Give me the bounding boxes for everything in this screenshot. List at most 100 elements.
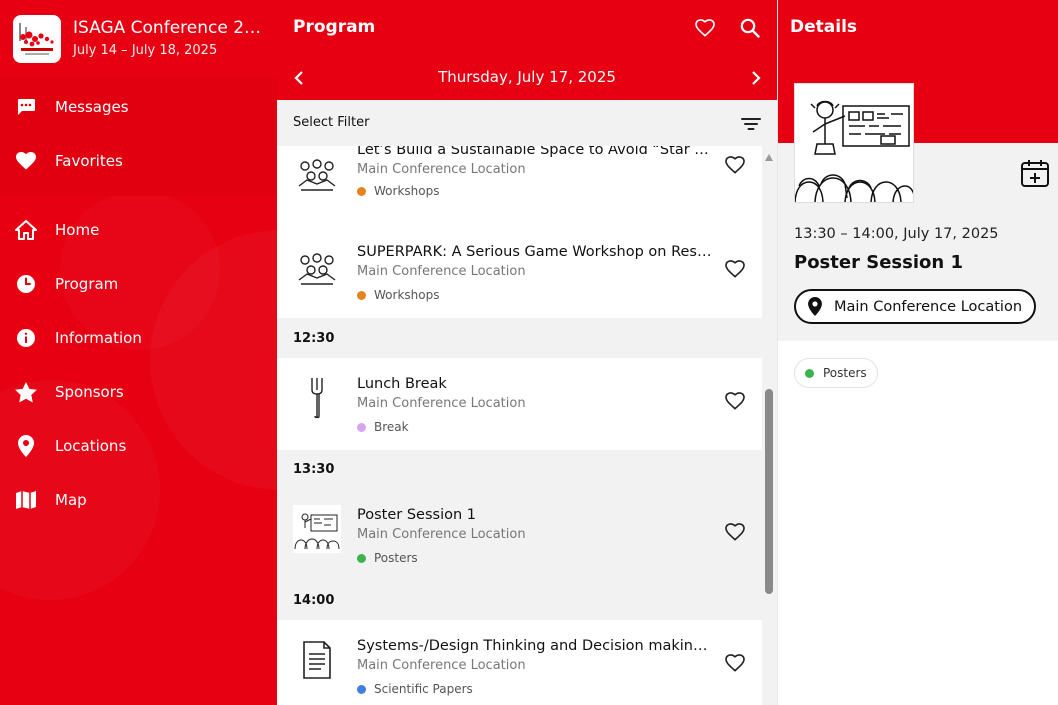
next-day-button[interactable] (744, 66, 768, 90)
filter-button[interactable] (739, 112, 763, 136)
session-name: Poster Session 1 (794, 252, 963, 273)
conference-header[interactable]: ISAGA Conference 2025 July 14 – July 18,… (0, 0, 277, 78)
sidebar-item-label: Messages (55, 98, 129, 116)
sidebar-item-map[interactable]: Map (0, 475, 277, 525)
filter-bar[interactable]: Select Filter (277, 100, 777, 146)
list-item-selected[interactable]: Poster Session 1 Main Conference Locatio… (277, 489, 762, 581)
session-title: Poster Session 1 (357, 507, 476, 523)
favorite-button[interactable] (725, 654, 747, 676)
session-location: Main Conference Location (357, 527, 526, 542)
sidebar-item-label: Favorites (55, 152, 123, 170)
sidebar-item-information[interactable]: Information (0, 313, 277, 363)
sidebar-item-label: Program (55, 275, 119, 293)
sidebar-item-favorites[interactable]: Favorites (0, 136, 277, 186)
time-label: 13:30 (293, 462, 335, 477)
sidebar-item-label: Home (55, 221, 100, 239)
scrollbar-thumb[interactable] (765, 389, 773, 594)
session-title: SUPERPARK: A Serious Game Workshop on Re… (357, 244, 712, 260)
location-button[interactable]: Main Conference Location (794, 289, 1037, 324)
tag-label: Workshops (374, 184, 440, 198)
heart-outline-icon (725, 523, 745, 541)
chat-icon (14, 95, 38, 119)
scrollbar[interactable] (762, 146, 777, 705)
tag-chip-posters[interactable]: Posters (794, 358, 878, 388)
session-time: 13:30 – 14:00, July 17, 2025 (794, 226, 999, 242)
document-icon (293, 636, 341, 684)
sidebar-item-messages[interactable]: Messages (0, 82, 277, 132)
session-tag: Posters (357, 551, 418, 565)
tag-label: Posters (823, 366, 867, 380)
scroll-up-arrow-icon[interactable] (765, 154, 773, 161)
program-header: Program Thursday, July 17, 2025 (277, 0, 777, 100)
heart-icon (14, 149, 38, 173)
list-item[interactable]: Lunch Break Main Conference Location Bre… (277, 358, 762, 450)
time-label: 14:00 (293, 593, 335, 608)
program-panel: Program Thursday, July 17, 2025 Select F… (277, 0, 777, 705)
time-label: 12:30 (293, 331, 335, 346)
session-location: Main Conference Location (357, 658, 526, 673)
heart-outline-icon (725, 392, 745, 410)
sidebar-item-label: Information (55, 329, 142, 347)
session-location: Main Conference Location (357, 162, 526, 177)
time-header: 12:30 (277, 319, 762, 358)
top-nav: Messages Favorites (0, 78, 277, 196)
list-item[interactable]: SUPERPARK: A Serious Game Workshop on Re… (277, 226, 762, 318)
session-title: Systems-/Design Thinking and Decision ma… (357, 638, 712, 654)
list-item[interactable]: Let’s Build a Sustainable Space to Avoid… (277, 146, 762, 226)
tag-color-dot (805, 368, 814, 378)
search-icon (740, 18, 760, 38)
sidebar-item-home[interactable]: Home (0, 205, 277, 255)
favorites-filter-button[interactable] (693, 16, 717, 40)
favorite-button[interactable] (725, 392, 747, 414)
session-location: Main Conference Location (357, 264, 526, 279)
add-to-calendar-button[interactable] (1020, 158, 1050, 188)
tag-color-dot (357, 553, 366, 563)
favorite-button[interactable] (725, 523, 747, 545)
session-tag: Workshops (357, 288, 439, 302)
session-title: Let’s Build a Sustainable Space to Avoid… (357, 146, 712, 158)
tag-color-dot (357, 422, 366, 432)
location-pin-icon (808, 297, 822, 316)
chevron-right-icon (752, 71, 761, 85)
favorite-button[interactable] (725, 260, 747, 282)
calendar-add-icon (1021, 160, 1049, 187)
workshop-icon (293, 152, 341, 200)
filter-icon (741, 118, 761, 130)
conference-dates: July 14 – July 18, 2025 (73, 43, 218, 58)
tag-label: Workshops (374, 288, 440, 302)
sidebar-item-label: Map (55, 491, 87, 509)
search-button[interactable] (738, 16, 762, 40)
time-header: 13:30 (277, 450, 762, 489)
tag-label: Posters (374, 551, 418, 565)
details-panel: Details 13:30 – 14:00, July 17, 2025 Pos… (777, 0, 1058, 705)
map-icon (14, 488, 38, 512)
sidebar-item-locations[interactable]: Locations (0, 421, 277, 471)
fork-icon (293, 374, 341, 422)
time-header: 14:00 (277, 581, 762, 620)
date-navigator: Thursday, July 17, 2025 (277, 56, 777, 100)
session-list[interactable]: Let’s Build a Sustainable Space to Avoid… (277, 146, 762, 705)
favorite-button[interactable] (725, 156, 747, 178)
heart-outline-icon (725, 654, 745, 672)
tag-color-dot (357, 186, 366, 196)
session-title: Lunch Break (357, 376, 447, 392)
page-title: Program (293, 17, 376, 37)
heart-outline-icon (725, 156, 745, 174)
filter-label: Select Filter (293, 115, 370, 130)
home-icon (14, 218, 38, 242)
session-location: Main Conference Location (357, 396, 526, 411)
session-image (794, 83, 914, 203)
workshop-icon (293, 246, 341, 294)
heart-outline-icon (695, 19, 715, 37)
sidebar: ISAGA Conference 2025 July 14 – July 18,… (0, 0, 277, 705)
list-item[interactable]: Systems-/Design Thinking and Decision ma… (277, 620, 762, 705)
poster-session-thumbnail (293, 505, 341, 553)
sidebar-item-sponsors[interactable]: Sponsors (0, 367, 277, 417)
sidebar-item-program[interactable]: Program (0, 259, 277, 309)
tag-label: Scientific Papers (374, 682, 473, 696)
tag-label: Break (374, 420, 409, 434)
tag-color-dot (357, 290, 366, 300)
star-icon (14, 380, 38, 404)
conference-title: ISAGA Conference 2025 (73, 18, 268, 38)
clock-icon (14, 272, 38, 296)
